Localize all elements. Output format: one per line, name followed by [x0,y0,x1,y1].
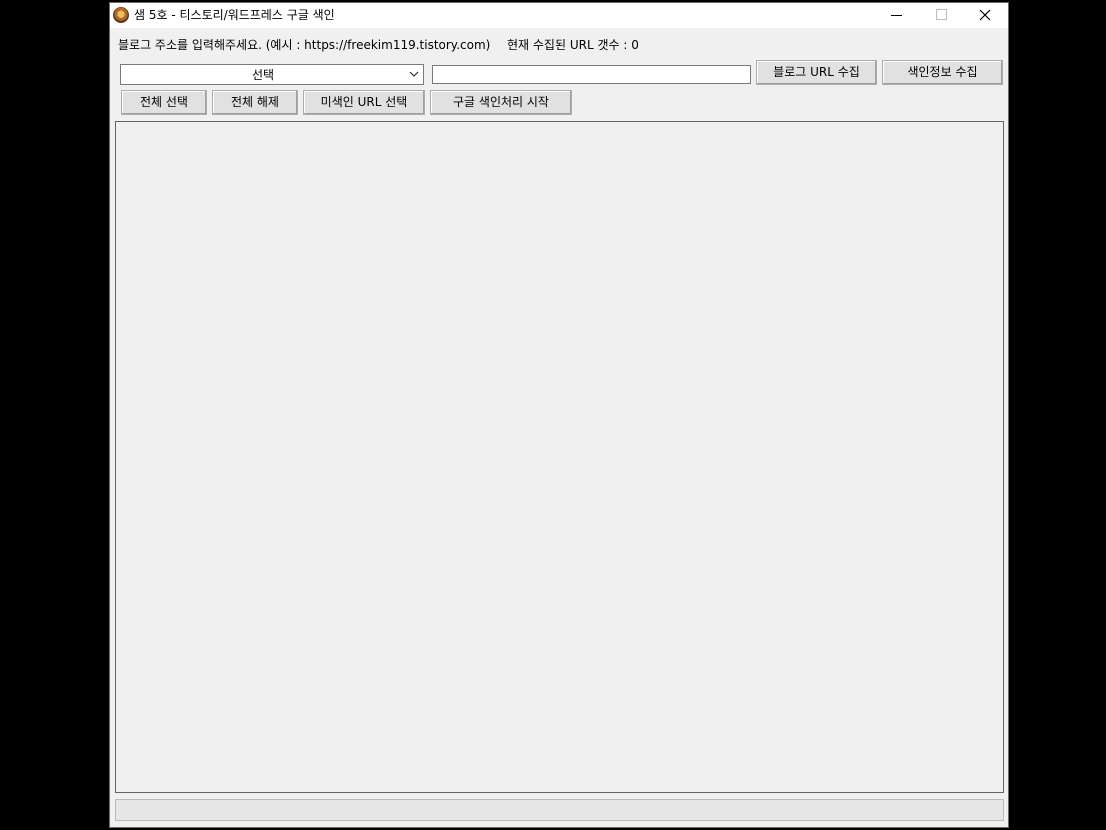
select-unindexed-url-button[interactable]: 미색인 URL 선택 [303,90,425,115]
chevron-down-icon [409,71,419,77]
title-bar[interactable]: 샘 5호 - 티스토리/워드프레스 구글 색인 [110,3,1008,28]
close-icon [979,9,991,21]
collect-index-info-button[interactable]: 색인정보 수집 [882,60,1003,85]
deselect-all-button[interactable]: 전체 해제 [212,90,298,115]
select-all-button[interactable]: 전체 선택 [121,90,207,115]
minimize-button[interactable] [874,3,919,28]
app-logo-icon [113,7,129,23]
instruction-label: 블로그 주소를 입력해주세요. (예시 : https://freekim119… [118,38,491,52]
close-button[interactable] [963,3,1008,28]
window-title: 샘 5호 - 티스토리/워드프레스 구글 색인 [134,8,335,22]
progress-bar [115,799,1004,821]
url-count-label: 현재 수집된 URL 갯수 : 0 [507,38,639,52]
start-google-indexing-button[interactable]: 구글 색인처리 시작 [430,90,572,115]
maximize-button[interactable] [918,3,963,28]
blog-type-select-value: 선택 [251,68,275,82]
blog-type-select[interactable]: 선택 [120,64,424,85]
blog-url-input[interactable] [432,65,751,84]
url-list[interactable] [115,121,1004,793]
app-window: 샘 5호 - 티스토리/워드프레스 구글 색인 블로그 주소를 입력해주세요. … [109,2,1009,828]
collect-url-button[interactable]: 블로그 URL 수집 [756,60,877,85]
